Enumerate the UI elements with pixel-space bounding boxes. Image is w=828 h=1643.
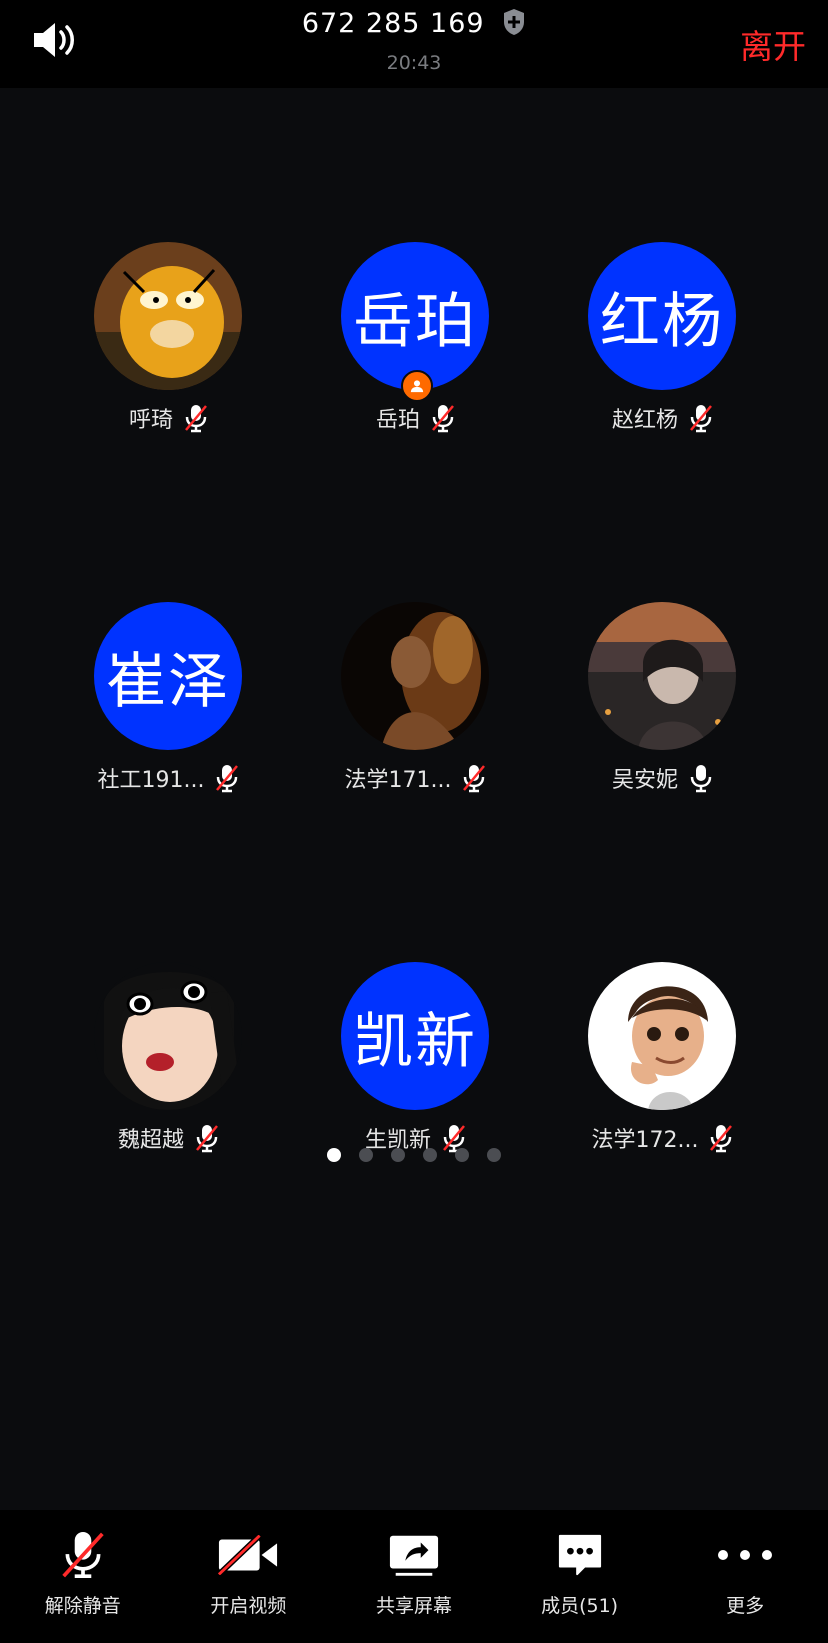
video-off-icon	[213, 1525, 283, 1585]
share-screen-label: 共享屏幕	[375, 1595, 452, 1617]
page-dot[interactable]	[391, 1148, 405, 1162]
share-screen-icon	[379, 1525, 449, 1585]
avatar-initials: 崔泽	[106, 646, 230, 717]
avatar	[94, 962, 242, 1110]
participant-tile[interactable]: 崔泽 社工191...	[54, 602, 284, 802]
participant-tile[interactable]: 吴安妮	[548, 602, 778, 802]
participant-name-row: 社工191...	[54, 762, 284, 794]
participant-name: 社工191...	[97, 768, 205, 793]
page-dot[interactable]	[359, 1148, 373, 1162]
participant-name-row: 吴安妮	[548, 762, 778, 794]
participant-name: 岳珀	[375, 408, 420, 433]
mic-on-icon	[688, 763, 714, 793]
page-indicator[interactable]	[0, 1148, 828, 1162]
members-label: 成员(51)	[541, 1595, 619, 1617]
chat-bubble-icon	[545, 1525, 615, 1585]
mic-muted-icon	[48, 1525, 118, 1585]
avatar-initials: 凯新	[353, 1006, 477, 1077]
more-button[interactable]: 更多	[662, 1510, 828, 1643]
participant-tile[interactable]: 法学171...	[301, 602, 531, 802]
mic-muted-icon	[183, 403, 209, 433]
unmute-label: 解除静音	[44, 1595, 121, 1617]
avatar-initials: 红杨	[600, 286, 724, 357]
participant-name: 法学171...	[344, 768, 452, 793]
participant-tile[interactable]: 红杨 赵红杨	[548, 242, 778, 442]
participant-tile[interactable]: 魏超越	[54, 962, 284, 1162]
avatar: 崔泽	[94, 602, 242, 750]
page-dot[interactable]	[327, 1148, 341, 1162]
page-dot[interactable]	[423, 1148, 437, 1162]
participant-name: 赵红杨	[611, 408, 678, 433]
participant-tile[interactable]: 法学172...	[548, 962, 778, 1162]
host-badge-icon	[401, 370, 433, 402]
page-dot[interactable]	[455, 1148, 469, 1162]
avatar: 凯新	[341, 962, 489, 1110]
more-dots-icon	[710, 1525, 780, 1585]
unmute-button[interactable]: 解除静音	[0, 1510, 166, 1643]
more-label: 更多	[726, 1595, 765, 1617]
page-dot[interactable]	[487, 1148, 501, 1162]
mic-muted-icon	[688, 403, 714, 433]
avatar: 红杨	[588, 242, 736, 390]
participant-tile[interactable]: 岳珀 岳珀	[301, 242, 531, 442]
mic-muted-icon	[430, 403, 456, 433]
avatar	[588, 602, 736, 750]
participant-name-row: 岳珀	[301, 402, 531, 434]
start-video-button[interactable]: 开启视频	[166, 1510, 332, 1643]
participant-name-row: 法学171...	[301, 762, 531, 794]
participant-grid: 呼琦 岳珀 岳珀 红杨 赵红杨 崔泽 社工191... 法学171... 吴安妮…	[0, 0, 828, 1500]
start-video-label: 开启视频	[210, 1595, 287, 1617]
participant-name: 呼琦	[128, 408, 173, 433]
participant-tile[interactable]: 呼琦	[54, 242, 284, 442]
avatar	[94, 242, 242, 390]
participant-tile[interactable]: 凯新 生凯新	[301, 962, 531, 1162]
avatar	[341, 602, 489, 750]
avatar	[588, 962, 736, 1110]
mic-muted-icon	[461, 763, 487, 793]
members-button[interactable]: 成员(51)	[497, 1510, 663, 1643]
avatar-initials: 岳珀	[353, 286, 477, 357]
participant-name-row: 呼琦	[54, 402, 284, 434]
share-screen-button[interactable]: 共享屏幕	[331, 1510, 497, 1643]
participant-name: 吴安妮	[611, 768, 678, 793]
mic-muted-icon	[214, 763, 240, 793]
bottom-toolbar: 解除静音 开启视频 共享屏幕 成员(51) 更多	[0, 1510, 828, 1643]
participant-name-row: 赵红杨	[548, 402, 778, 434]
avatar: 岳珀	[341, 242, 489, 390]
